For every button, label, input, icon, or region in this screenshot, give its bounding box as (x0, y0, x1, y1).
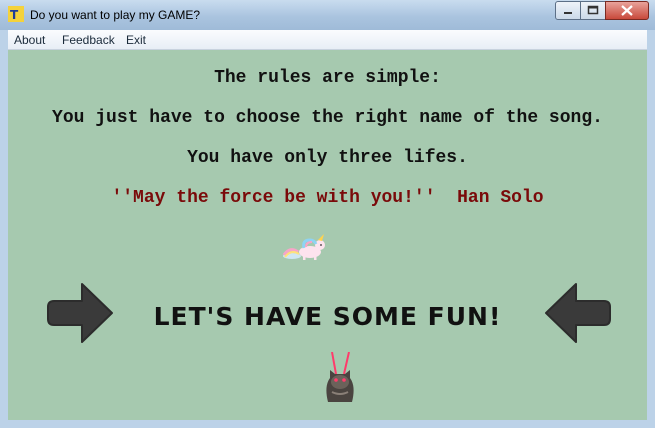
game-panel: The rules are simple: You just have to c… (8, 50, 647, 420)
window-title: Do you want to play my GAME? (30, 8, 201, 22)
close-icon (621, 5, 633, 16)
app-window: T Do you want to play my GAME? About Fee… (0, 0, 655, 428)
laser-cat-image (326, 352, 354, 402)
arrow-left-icon[interactable] (542, 280, 612, 346)
unicorn-image (282, 234, 325, 260)
close-button[interactable] (605, 1, 649, 20)
quote-text: ''May the force be with you!'' Han Solo (111, 188, 544, 208)
minimize-button[interactable] (555, 1, 581, 20)
window-controls (555, 1, 649, 21)
rules-line-3: You have only three lifes. (187, 148, 468, 168)
menu-item-about[interactable]: About (14, 33, 45, 47)
svg-text:T: T (10, 8, 19, 22)
menu-bar: About Feedback Exit (8, 30, 647, 50)
menu-item-exit[interactable]: Exit (126, 33, 146, 47)
menu-item-feedback[interactable]: Feedback (62, 33, 115, 47)
maximize-button[interactable] (580, 1, 606, 20)
title-bar[interactable]: T Do you want to play my GAME? (0, 0, 655, 30)
minimize-icon (564, 12, 572, 14)
rules-line-1: The rules are simple: (214, 68, 441, 88)
app-icon: T (8, 6, 24, 22)
maximize-icon (587, 5, 599, 15)
rules-line-2: You just have to choose the right name o… (52, 108, 603, 128)
